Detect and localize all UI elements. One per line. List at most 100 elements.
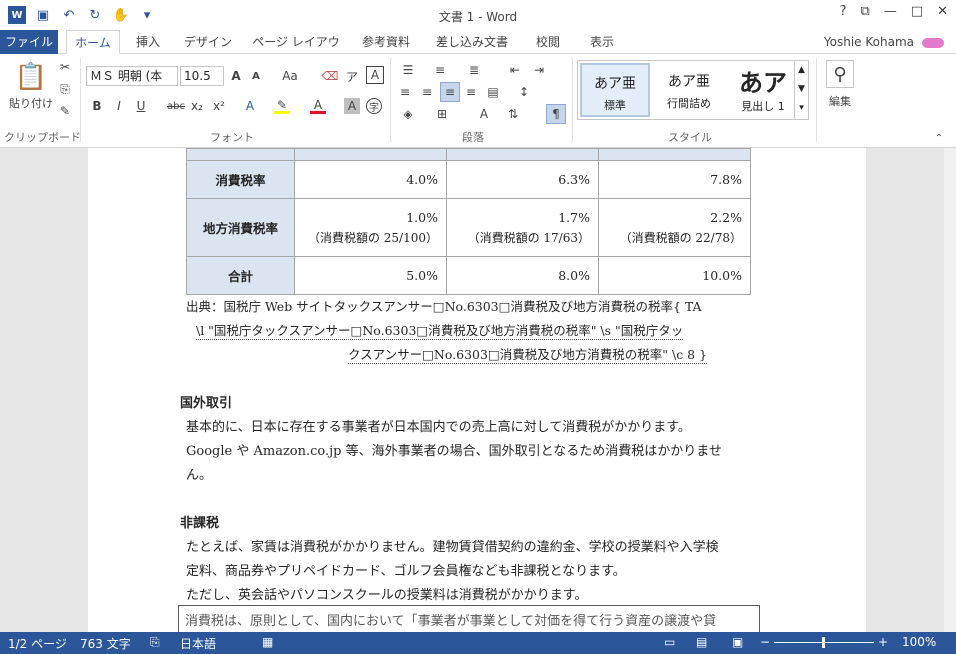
italic-icon[interactable]: I [112, 98, 126, 114]
read-mode-icon[interactable]: ▭ [664, 635, 675, 649]
tab-insert[interactable]: 挿入 [128, 30, 168, 54]
sort-icon[interactable]: ⇅ [504, 106, 522, 122]
format-painter-icon[interactable]: ✎ [58, 104, 72, 118]
bold-icon[interactable]: B [90, 98, 104, 114]
subscript-icon[interactable]: x₂ [190, 98, 204, 114]
paragraph-group-label: 段落 [462, 131, 484, 144]
zoom-level[interactable]: 100% [902, 635, 936, 649]
style-no-spacing[interactable]: あア亜 行間詰め [654, 63, 724, 117]
tab-review[interactable]: 校閲 [526, 30, 570, 54]
document-area: 消費税率 4.0% 6.3% 7.8% 地方消費税率 1.0% （消費税額の 25… [0, 148, 956, 632]
bullets-icon[interactable]: ☰ [398, 62, 418, 78]
find-icon[interactable]: ⚲ [826, 60, 854, 88]
show-formatting-icon[interactable]: ¶ [546, 104, 566, 124]
character-border-icon[interactable]: A [366, 66, 384, 84]
increase-indent-icon[interactable]: ⇥ [530, 62, 548, 78]
user-name[interactable]: Yoshie Kohama [824, 35, 914, 49]
font-group-label: フォント [210, 131, 254, 144]
align-center-icon[interactable]: ≡ [418, 84, 436, 100]
numbering-icon[interactable]: ≡ [430, 62, 450, 78]
borders-icon[interactable]: ⊞ [432, 106, 452, 122]
distributed-icon[interactable]: ▤ [484, 84, 502, 100]
paragraph-line: 基本的に、日本に存在する事業者が日本国内での売上高に対して消費税がかかります。 [186, 420, 691, 435]
cut-icon[interactable]: ✂ [58, 60, 72, 74]
minimize-button[interactable]: — [884, 4, 897, 19]
maximize-button[interactable]: □ [911, 4, 923, 19]
heading-foreign-trade: 国外取引 [180, 396, 233, 411]
proofing-icon[interactable]: ⎘ [150, 635, 160, 650]
window-title: 文書 1 - Word [438, 10, 518, 24]
tab-mailings[interactable]: 差し込み文書 [428, 30, 516, 54]
phonetic-guide-icon[interactable]: ア [344, 68, 360, 84]
zoom-slider-thumb[interactable] [822, 637, 825, 648]
paragraph-line: ん。 [186, 468, 213, 483]
tab-view[interactable]: 表示 [580, 30, 624, 54]
table-cell: 10.0% [598, 256, 751, 295]
ribbon-display-button[interactable]: ⧉ [861, 4, 870, 19]
paste-icon[interactable]: 📋 [14, 60, 48, 94]
word-count[interactable]: 763 文字 [80, 635, 131, 652]
tab-file[interactable]: ファイル [0, 30, 58, 54]
paste-label[interactable]: 貼り付け [4, 96, 58, 110]
page[interactable]: 消費税率 4.0% 6.3% 7.8% 地方消費税率 1.0% （消費税額の 25… [88, 148, 866, 632]
source-line-2: \l "国税庁タックスアンサー□No.6303□消費税及び地方消費税の税率" \… [196, 320, 684, 340]
font-color-icon[interactable]: A [310, 98, 326, 114]
shading-icon[interactable]: ◈ [398, 106, 418, 122]
shrink-font-icon[interactable]: A [248, 68, 264, 84]
zoom-out-icon[interactable]: − [760, 635, 770, 649]
styles-scroll[interactable]: ▲ ▼ ▾ [794, 61, 808, 119]
table-cell: 1.0% （消費税額の 25/100） [294, 198, 447, 257]
tab-page-layout[interactable]: ページ レイアウト [248, 30, 344, 73]
macro-icon[interactable]: ▦ [262, 635, 273, 649]
language[interactable]: 日本語 [180, 635, 216, 652]
character-shading-icon[interactable]: A [344, 98, 360, 114]
multilevel-list-icon[interactable]: ≣ [464, 62, 484, 78]
decrease-indent-icon[interactable]: ⇤ [506, 62, 524, 78]
paragraph-line: Google や Amazon.co.jp 等、海外事業者の場合、国外取引となる… [186, 444, 722, 459]
clear-formatting-icon[interactable]: ⌫ [322, 68, 339, 84]
table-cell: 7.8% [598, 160, 751, 199]
web-layout-icon[interactable]: ▣ [732, 635, 743, 649]
zoom-in-icon[interactable]: + [878, 635, 888, 649]
print-layout-icon[interactable]: ▤ [696, 635, 707, 649]
tab-home[interactable]: ホーム [66, 30, 120, 54]
align-left-icon[interactable]: ≡ [396, 84, 414, 100]
enclose-characters-icon[interactable]: 字 [366, 98, 382, 114]
font-name-select[interactable]: ＭＳ 明朝 (本 [86, 66, 178, 86]
collapse-ribbon-icon[interactable]: ⌃ [932, 132, 946, 144]
copy-icon[interactable]: ⎘ [58, 82, 72, 96]
change-case-icon[interactable]: Aa [278, 68, 302, 84]
avatar[interactable] [922, 38, 944, 48]
text-effects-icon[interactable]: A [242, 98, 258, 114]
tax-table: 消費税率 4.0% 6.3% 7.8% 地方消費税率 1.0% （消費税額の 25… [186, 148, 751, 295]
ribbon: 📋 貼り付け ✂ ⎘ ✎ クリップボード ＭＳ 明朝 (本 10.5 A A A… [0, 54, 956, 148]
page-count[interactable]: 1/2 ページ [8, 635, 67, 652]
underline-icon[interactable]: U [134, 98, 148, 114]
title-bar: W ▣ ↶ ↻ ✋ ▾ 文書 1 - Word ? ⧉ — □ ✕ [0, 0, 956, 30]
justify-icon[interactable]: ≡ [440, 82, 460, 102]
help-button[interactable]: ? [840, 4, 847, 19]
heading-non-taxable: 非課税 [180, 516, 220, 531]
styles-group-label: スタイル [668, 131, 712, 144]
tab-references[interactable]: 参考資料 [354, 30, 418, 54]
asian-layout-icon[interactable]: A [474, 106, 494, 122]
style-heading1[interactable]: あア 見出し 1 [728, 63, 798, 117]
font-size-select[interactable]: 10.5 [180, 66, 224, 86]
styles-gallery: あア亜 標準 あア亜 行間詰め あア 見出し 1 ▲ ▼ ▾ [577, 60, 809, 120]
row-header: 地方消費税率 [186, 198, 295, 257]
editing-label[interactable]: 編集 [820, 94, 860, 108]
paragraph-line: たとえば、家賃は消費税がかかりません。建物賃貸借契約の違約金、学校の授業料や入学… [186, 540, 719, 555]
superscript-icon[interactable]: x² [212, 98, 226, 114]
grow-font-icon[interactable]: A [228, 68, 244, 84]
style-normal[interactable]: あア亜 標準 [580, 63, 650, 117]
line-spacing-icon[interactable]: ↕ [514, 84, 534, 100]
highlight-icon[interactable]: ✎ [274, 98, 290, 114]
close-button[interactable]: ✕ [937, 4, 948, 19]
align-right-icon[interactable]: ≡ [462, 84, 480, 100]
vertical-scrollbar[interactable] [944, 148, 956, 632]
strikethrough-icon[interactable]: abc [166, 98, 186, 114]
paragraph-line: ただし、英会話やパソコンスクールの授業料は消費税がかかります。 [186, 588, 588, 603]
clipboard-group-label: クリップボード [4, 131, 81, 144]
tab-design[interactable]: デザイン [178, 30, 238, 54]
row-header: 消費税率 [186, 160, 295, 199]
